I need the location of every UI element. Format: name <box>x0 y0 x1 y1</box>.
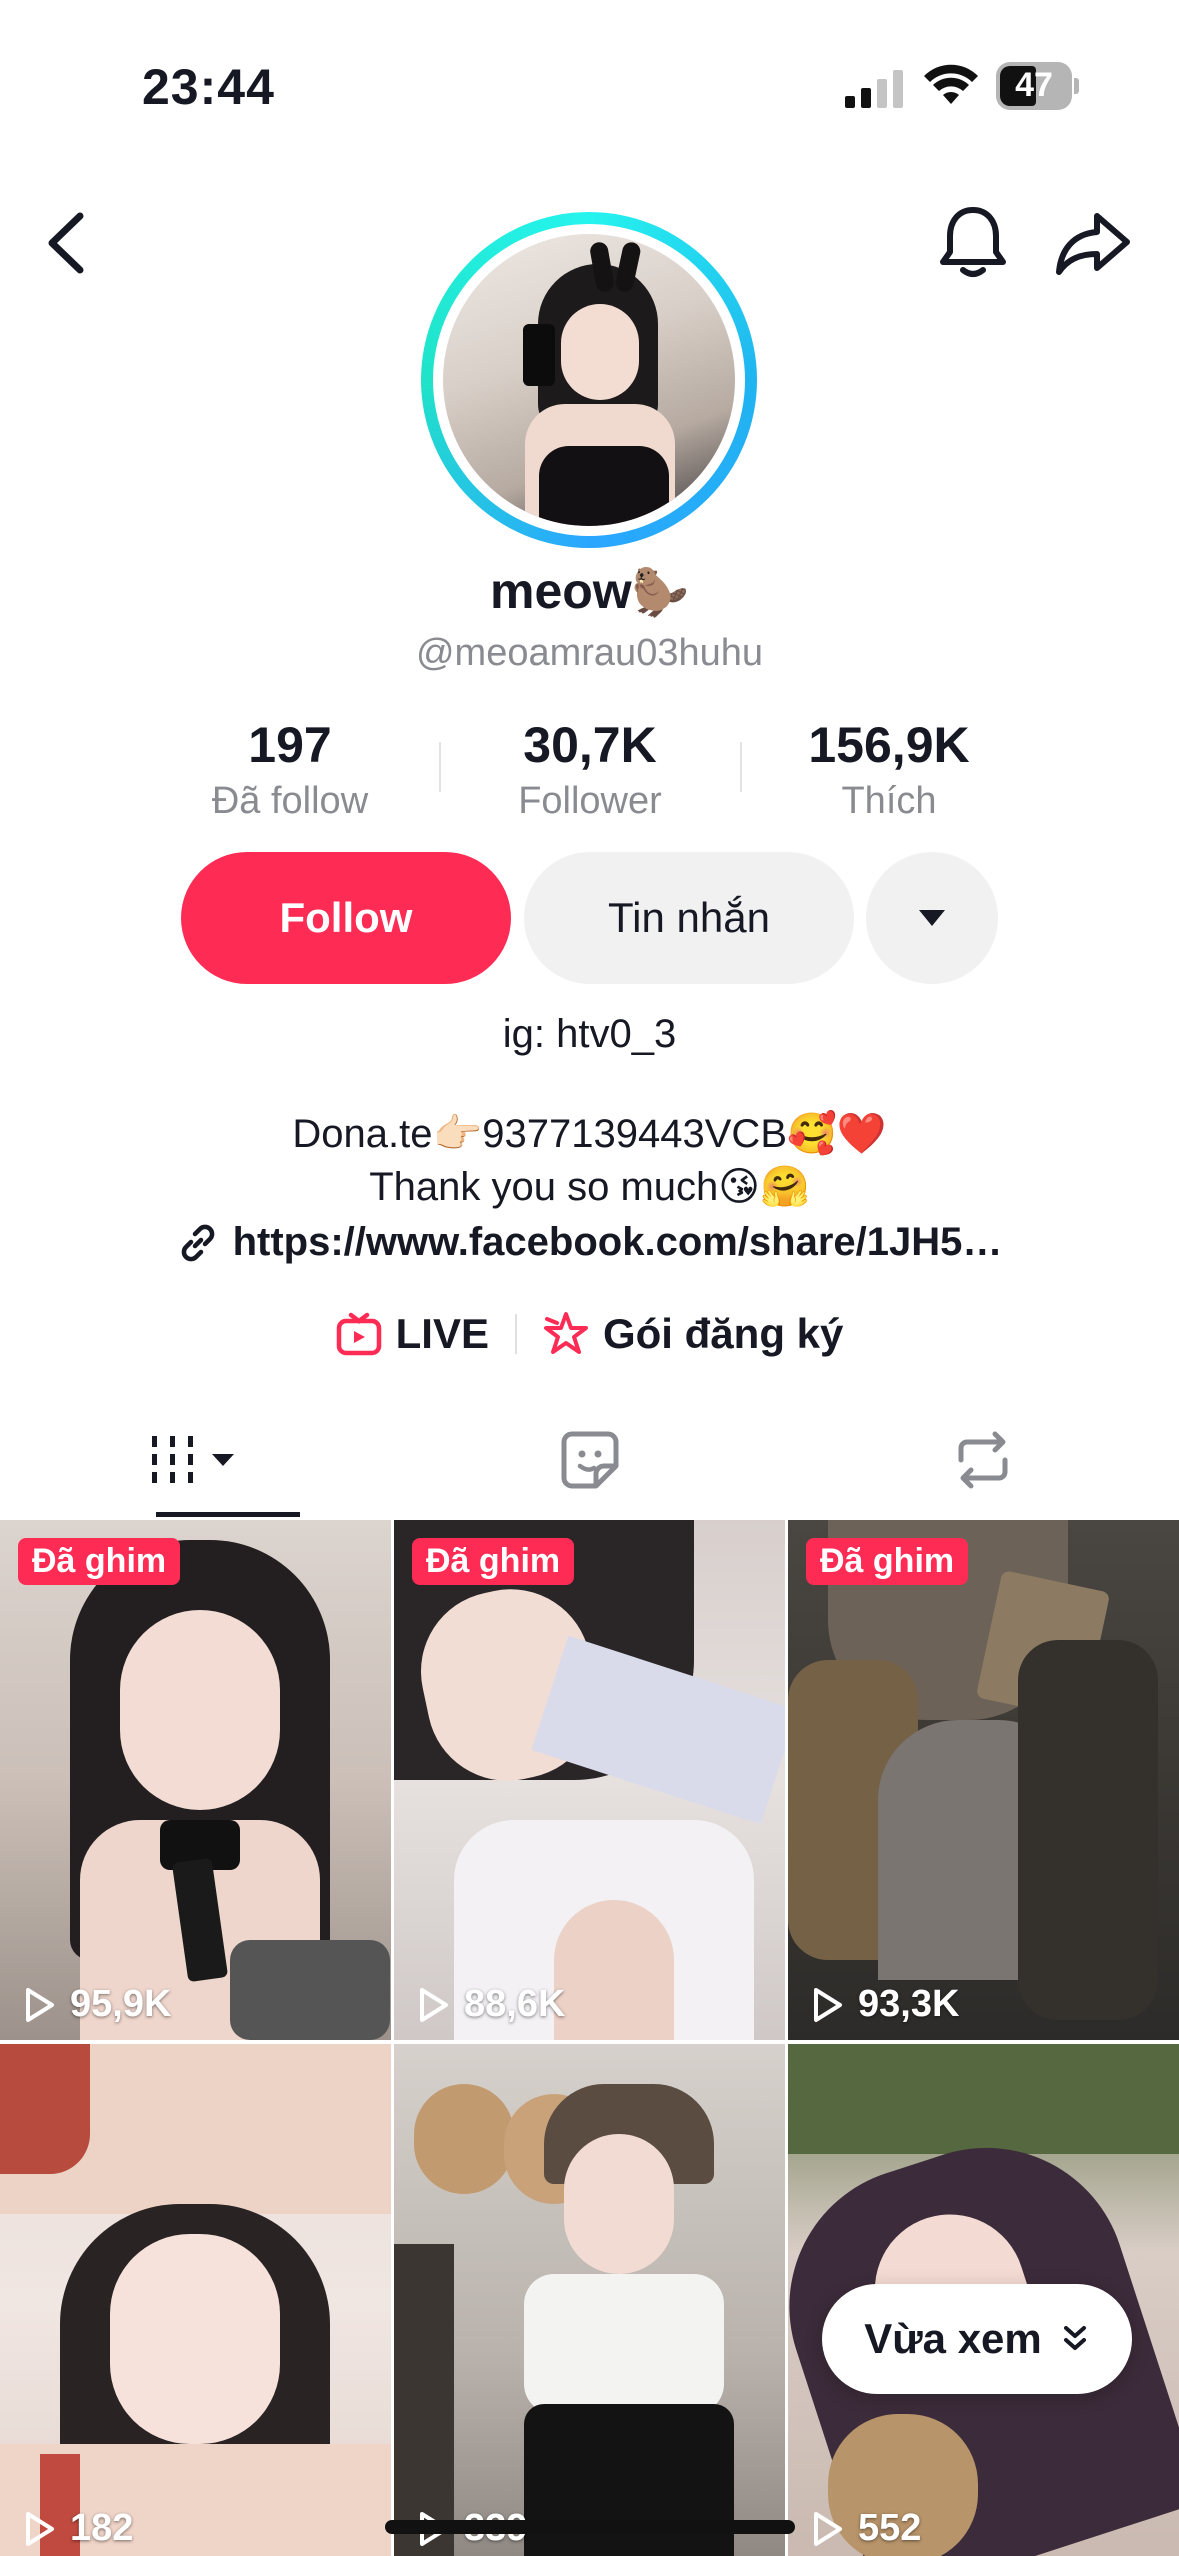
live-tv-icon <box>336 1312 381 1356</box>
more-options-button[interactable] <box>866 852 998 984</box>
recently-viewed-button[interactable]: Vừa xem <box>822 2284 1132 2394</box>
pinned-badge: Đã ghim <box>412 1538 575 1585</box>
stat-following-value: 197 <box>248 717 332 773</box>
cellular-signal-icon <box>845 70 903 108</box>
pinned-badge: Đã ghim <box>806 1538 969 1585</box>
play-icon <box>814 2511 842 2546</box>
wifi-icon <box>924 64 978 104</box>
name-emoji: 🦫 <box>631 566 689 618</box>
sticker-icon <box>561 1431 618 1489</box>
stat-following[interactable]: 197 Đã follow <box>160 716 420 823</box>
recently-viewed-label: Vừa xem <box>864 2315 1042 2362</box>
status-time: 23:44 <box>142 59 275 115</box>
video-thumbnail[interactable]: Đã ghim 88,6K <box>394 1520 785 2040</box>
view-count-text: 95,9K <box>70 1983 172 2025</box>
bio-ig-line: ig: htv0_3 <box>502 1012 677 1056</box>
active-tab-indicator <box>156 1512 300 1517</box>
view-count-text: 552 <box>858 2507 922 2549</box>
avatar-image <box>443 234 735 526</box>
message-button[interactable]: Tin nhắn <box>524 852 854 984</box>
display-name: meow🦫 <box>0 562 1179 620</box>
live-button[interactable]: LIVE <box>336 1310 489 1358</box>
stat-likes-value: 156,9K <box>808 717 970 773</box>
double-chevron-down-icon <box>1063 2326 1086 2350</box>
video-thumbnail[interactable]: Đã ghim 95,9K <box>0 1520 391 2040</box>
display-name-text: meow <box>490 563 632 619</box>
pinned-badge: Đã ghim <box>18 1538 181 1585</box>
play-icon <box>26 1987 54 2022</box>
play-icon <box>420 1987 448 2022</box>
view-count: 95,9K <box>18 1983 171 2026</box>
subscription-label: Gói đăng ký <box>602 1310 844 1357</box>
video-thumbnail[interactable]: Đã ghim 93,3K <box>788 1520 1179 2040</box>
view-count-text: 93,3K <box>858 1983 960 2025</box>
bell-icon[interactable] <box>938 204 1008 280</box>
tab-videos[interactable] <box>0 1400 393 1520</box>
battery-level: 47 <box>1015 66 1053 104</box>
follow-button[interactable]: Follow <box>181 852 511 984</box>
stat-following-label: Đã follow <box>211 780 369 822</box>
stat-followers-value: 30,7K <box>523 717 657 773</box>
subscription-star-icon <box>543 1312 588 1354</box>
tab-sticker[interactable] <box>393 1400 786 1520</box>
repost-icon <box>958 1431 1007 1489</box>
grid-videos-icon <box>151 1436 234 1483</box>
view-count: 552 <box>806 2507 921 2550</box>
play-icon <box>814 1987 842 2022</box>
profile-tabs <box>0 1400 1179 1520</box>
video-thumbnail[interactable]: 339 <box>394 2044 785 2556</box>
stat-likes-label: Thích <box>841 780 937 822</box>
tab-reposts[interactable] <box>786 1400 1179 1520</box>
home-indicator[interactable] <box>385 2520 795 2534</box>
back-icon[interactable] <box>38 208 98 278</box>
play-icon <box>26 2511 54 2546</box>
caret-down-icon <box>919 910 945 926</box>
bio: Dona.te👉🏻9377139443VCB🥰❤️ Thank you so m… <box>0 1108 1179 1214</box>
bio-link[interactable]: https://www.facebook.com/share/1JH5… <box>0 1220 1179 1265</box>
view-count: 88,6K <box>412 1983 565 2026</box>
feature-divider <box>514 1314 517 1354</box>
share-icon[interactable] <box>1055 210 1131 276</box>
profile-features: LIVE Gói đăng ký <box>0 1310 1179 1358</box>
bio-line: Dona.te👉🏻9377139443VCB🥰❤️ <box>292 1112 887 1156</box>
view-count-text: 88,6K <box>464 1983 566 2025</box>
live-label: LIVE <box>395 1310 489 1357</box>
bio-line: Thank you so much😘🤗 <box>369 1165 810 1209</box>
username-handle: @meoamrau03huhu <box>415 632 763 674</box>
battery-icon: 47 <box>996 62 1079 110</box>
view-count-text: 182 <box>70 2507 134 2549</box>
stat-divider <box>439 742 441 792</box>
view-count: 93,3K <box>806 1983 959 2026</box>
video-thumbnail[interactable]: 182 <box>0 2044 391 2556</box>
avatar[interactable] <box>421 212 757 548</box>
link-icon <box>181 1224 214 1261</box>
view-count: 182 <box>18 2507 133 2550</box>
stat-followers[interactable]: 30,7K Follower <box>460 716 720 823</box>
stat-followers-label: Follower <box>518 780 662 822</box>
bio-link-text: https://www.facebook.com/share/1JH5… <box>232 1220 1003 1264</box>
subscription-button[interactable]: Gói đăng ký <box>543 1310 843 1358</box>
stat-likes[interactable]: 156,9K Thích <box>759 716 1019 823</box>
stat-divider <box>740 742 742 792</box>
